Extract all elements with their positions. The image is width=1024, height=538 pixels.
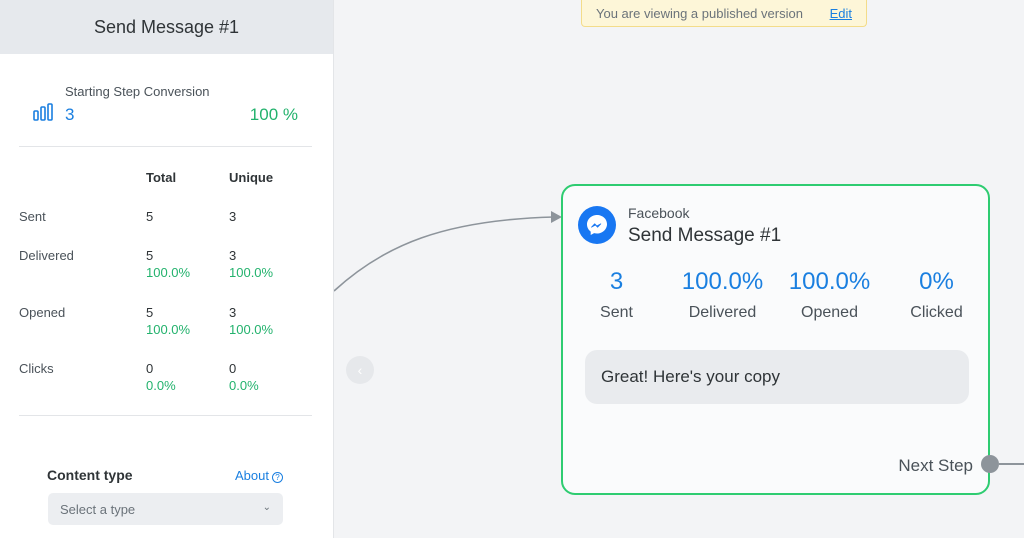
metric-sent: 3 Sent	[563, 268, 670, 322]
clicks-total-pct: 0.0%	[146, 378, 176, 393]
metric-label: Opened	[801, 304, 858, 321]
chevron-down-icon: ⌄	[262, 502, 271, 513]
delivered-unique: 3	[229, 248, 237, 263]
collapse-panel-button[interactable]: ‹	[346, 356, 374, 384]
next-step-handle[interactable]	[981, 455, 999, 473]
delivered-total-pct: 100.0%	[146, 265, 191, 280]
conversion-section: Starting Step Conversion 3 100 %	[0, 54, 334, 146]
row-label-sent: Sent	[19, 209, 46, 224]
opened-total-pct: 100.0%	[146, 322, 191, 337]
message-bubble[interactable]: Great! Here's your copy	[585, 350, 969, 404]
header-total: Total	[146, 170, 177, 185]
messenger-icon	[578, 206, 616, 244]
conversion-percent: 100 %	[249, 105, 298, 124]
metric-opened: 100.0% Opened	[776, 268, 883, 322]
clicks-unique-pct: 0.0%	[229, 378, 259, 393]
row-label-clicks: Clicks	[19, 361, 54, 376]
outgoing-connector	[999, 463, 1024, 465]
conversion-label: Starting Step Conversion	[65, 84, 210, 99]
metric-value: 0%	[919, 268, 954, 295]
sent-unique: 3	[229, 209, 237, 224]
step-details-panel: Send Message #1 Starting Step Conversion…	[0, 0, 334, 538]
help-circle-icon: ?	[272, 472, 283, 483]
metric-label: Sent	[600, 304, 633, 321]
divider	[19, 415, 312, 416]
metric-clicked: 0% Clicked	[883, 268, 990, 322]
opened-unique-pct: 100.0%	[229, 322, 274, 337]
about-link[interactable]: About?	[235, 468, 283, 483]
row-label-opened: Opened	[19, 305, 66, 320]
content-type-label: Content type	[47, 467, 133, 483]
published-version-banner: You are viewing a published version Edit	[581, 0, 867, 27]
chevron-left-icon: ‹	[357, 362, 363, 378]
node-platform: Facebook	[628, 205, 690, 221]
clicks-unique: 0	[229, 361, 237, 376]
panel-title: Send Message #1	[0, 0, 333, 54]
select-placeholder: Select a type	[60, 502, 136, 517]
clicks-total: 0	[146, 361, 154, 376]
content-type-select[interactable]: Select a type ⌄	[48, 493, 283, 525]
metric-delivered: 100.0% Delivered	[669, 268, 776, 322]
incoming-connector	[334, 211, 562, 292]
node-title: Send Message #1	[628, 225, 782, 246]
metric-value: 100.0%	[681, 268, 764, 295]
metric-value: 3	[609, 268, 624, 295]
row-label-delivered: Delivered	[19, 248, 74, 263]
header-unique: Unique	[229, 170, 274, 185]
about-label: About	[235, 468, 269, 483]
divider	[19, 146, 312, 147]
banner-text: You are viewing a published version	[596, 5, 803, 21]
send-message-node[interactable]: Facebook Send Message #1 3 Sent 100.0% D…	[561, 184, 990, 495]
metric-label: Clicked	[910, 304, 963, 321]
sent-total: 5	[146, 209, 154, 224]
delivered-total: 5	[146, 248, 154, 263]
delivered-unique-pct: 100.0%	[229, 265, 274, 280]
bar-chart-icon	[33, 103, 53, 121]
opened-total: 5	[146, 305, 154, 320]
next-step-label: Next Step	[898, 456, 973, 475]
metric-value: 100.0%	[788, 268, 871, 295]
opened-unique: 3	[229, 305, 237, 320]
conversion-count: 3	[65, 105, 75, 124]
edit-link[interactable]: Edit	[830, 6, 852, 21]
metric-label: Delivered	[688, 304, 757, 321]
